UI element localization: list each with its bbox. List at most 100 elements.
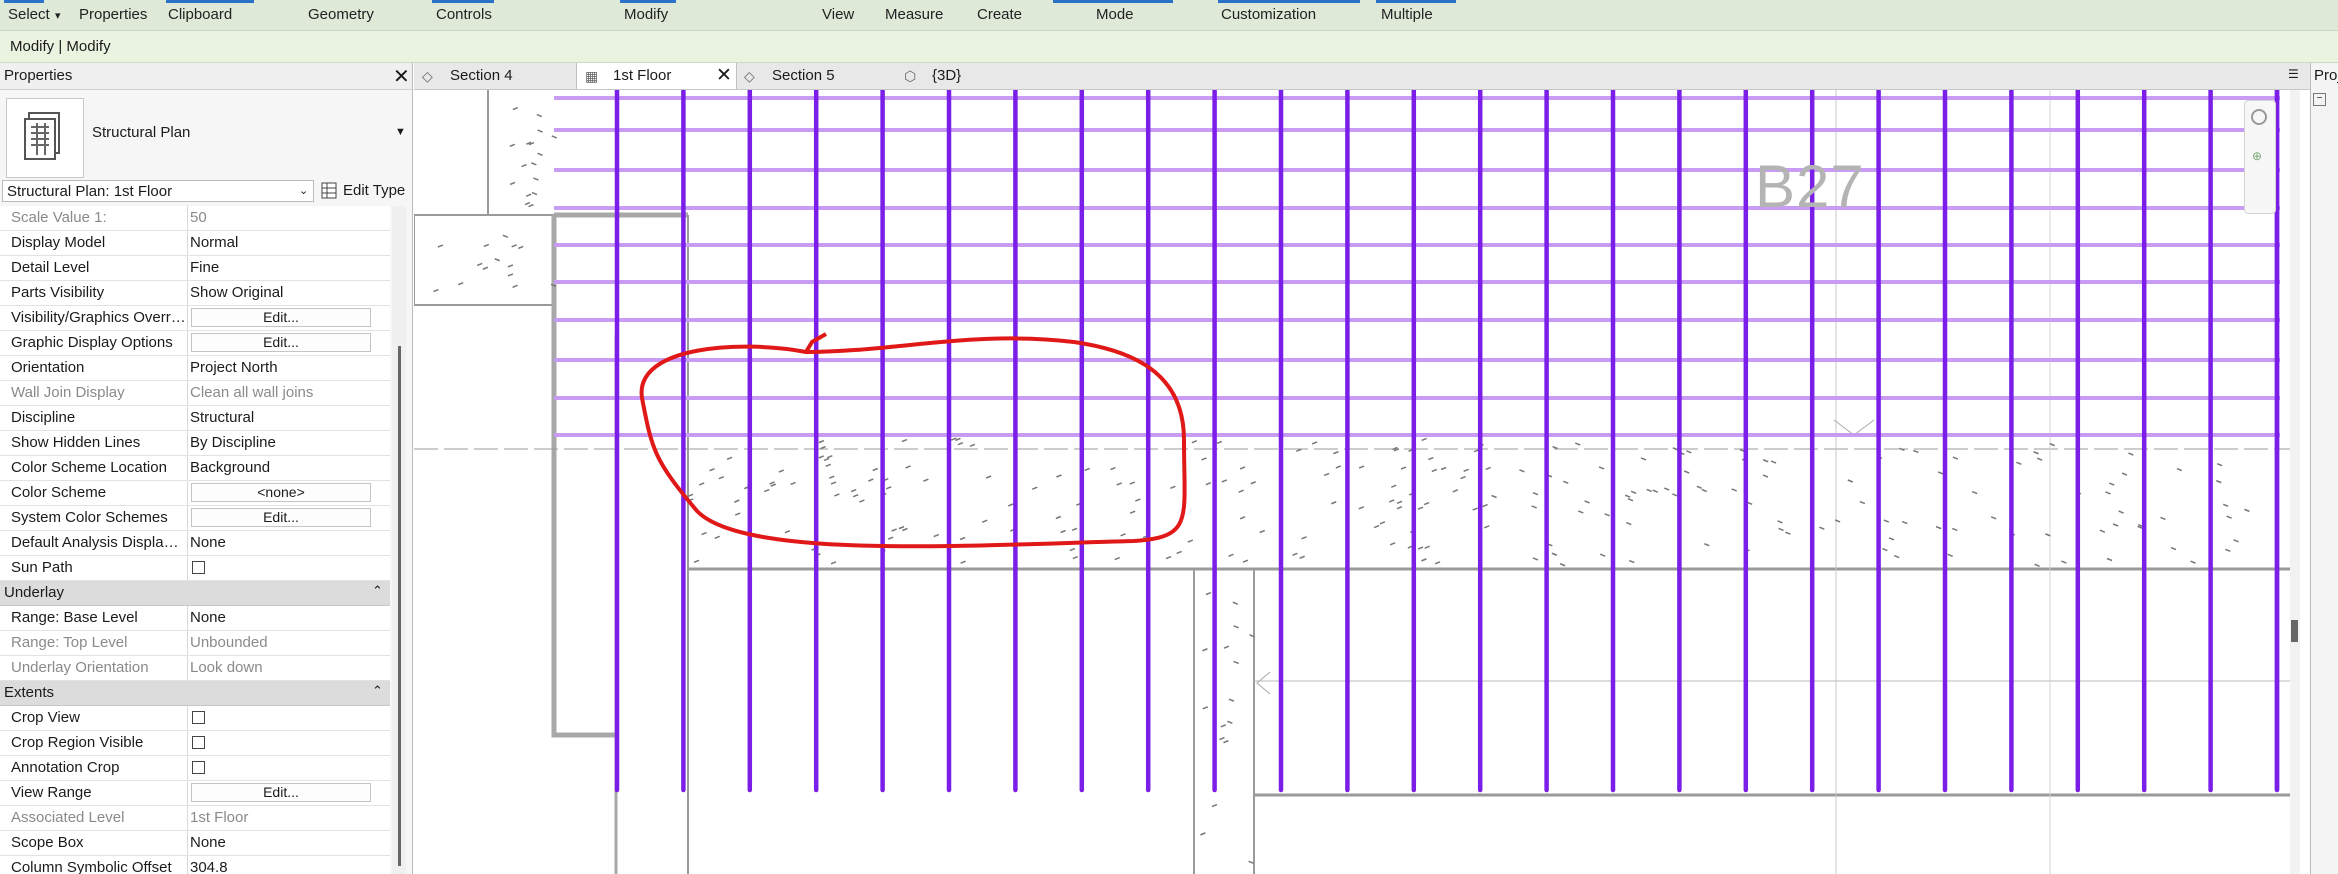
plan-drawing[interactable] (414, 90, 2310, 874)
divider (187, 481, 188, 505)
concrete-hatch (1200, 832, 1206, 836)
divider (187, 206, 188, 230)
property-edit-button[interactable]: Edit... (191, 508, 371, 527)
property-value[interactable]: None (190, 534, 226, 551)
ribbon-tab-multiple[interactable]: Multiple (1381, 6, 1433, 23)
canvas-scrollbar[interactable] (2290, 90, 2300, 874)
property-edit-button[interactable]: Edit... (191, 783, 371, 802)
concrete-hatch (1463, 468, 1469, 473)
property-row-graphic-display-options: Graphic Display Options Edit... (0, 331, 390, 356)
view-tab-3d[interactable]: ⬡ {3D} (896, 63, 1026, 89)
concrete-hatch (1472, 507, 1478, 511)
close-tab-icon[interactable]: ✕ (716, 64, 732, 87)
context-tab-modify[interactable]: Modify | Modify (10, 38, 111, 55)
collapse-icon[interactable]: ⌃ (372, 583, 383, 599)
grid-bubble-label: B27 (1755, 153, 1865, 220)
property-checkbox[interactable] (192, 711, 205, 724)
close-icon[interactable]: ✕ (393, 64, 410, 89)
tab-list-menu-icon[interactable]: ☰ (2288, 67, 2299, 81)
ribbon-tab-modify[interactable]: Modify (624, 6, 668, 23)
property-edit-button[interactable]: Edit... (191, 333, 371, 352)
chevron-down-icon[interactable]: ▼ (395, 126, 406, 138)
concrete-hatch (1221, 479, 1228, 483)
ribbon-tab-customization[interactable]: Customization (1221, 6, 1316, 23)
concrete-hatch (1055, 515, 1062, 520)
divider (187, 356, 188, 380)
ribbon-tab-select[interactable]: Select (8, 6, 50, 23)
view-tab-section-4[interactable]: ◇ Section 4 (414, 63, 574, 89)
ribbon-tab-create[interactable]: Create (977, 6, 1022, 23)
concrete-hatch (957, 441, 964, 446)
section-header-extents[interactable]: Extents ⌃ (0, 681, 390, 706)
concrete-hatch (825, 463, 832, 468)
property-value[interactable]: 304.8 (190, 859, 228, 874)
concrete-hatch (1072, 555, 1079, 560)
property-value[interactable]: Fine (190, 259, 219, 276)
property-edit-button[interactable]: <none> (191, 483, 371, 502)
property-label: Range: Top Level (11, 634, 128, 651)
scrollbar-thumb[interactable] (2291, 620, 2298, 642)
concrete-hatch (1626, 521, 1632, 526)
concrete-hatch (718, 476, 725, 480)
ribbon-tab-measure[interactable]: Measure (885, 6, 943, 23)
ribbon-tab-controls[interactable]: Controls (436, 6, 492, 23)
view-tab-1st-floor[interactable]: ▦ 1st Floor ✕ (576, 63, 737, 89)
concrete-hatch (2099, 529, 2106, 533)
ribbon-tab-view[interactable]: View (822, 6, 854, 23)
concrete-hatch (1379, 521, 1386, 525)
concrete-hatch (2225, 548, 2231, 552)
property-value[interactable]: Normal (190, 234, 238, 251)
chevron-down-icon[interactable]: ▾ (55, 9, 61, 22)
concrete-hatch (2121, 472, 2128, 476)
concrete-hatch (537, 152, 543, 157)
ribbon-tab-mode[interactable]: Mode (1096, 6, 1134, 23)
view-tab-section-5[interactable]: ◇ Section 5 (736, 63, 896, 89)
concrete-hatch (1947, 553, 1953, 558)
zoom-icon[interactable]: ⊕ (2252, 149, 2262, 163)
property-value[interactable]: Background (190, 459, 270, 476)
concrete-hatch (2226, 515, 2232, 519)
concrete-hatch (1239, 516, 1246, 520)
properties-scrollbar[interactable] (392, 206, 406, 874)
concrete-hatch (2244, 508, 2250, 513)
property-value[interactable]: By Discipline (190, 434, 276, 451)
collapse-icon[interactable]: − (2313, 93, 2326, 106)
navigation-bar[interactable]: ⊕ (2244, 100, 2276, 214)
property-checkbox[interactable] (192, 736, 205, 749)
property-row-crop-region-visible: Crop Region Visible (0, 731, 390, 756)
divider (187, 531, 188, 555)
concrete-hatch (1559, 563, 1566, 567)
concrete-hatch (1971, 490, 1978, 495)
ribbon-tab-geometry[interactable]: Geometry (308, 6, 374, 23)
property-row-parts-visibility: Parts Visibility Show Original (0, 281, 390, 306)
ribbon-tab-properties[interactable]: Properties (79, 6, 147, 23)
ribbon-panel-highlight (1218, 0, 1360, 3)
concrete-hatch (1421, 558, 1427, 562)
property-label: Scope Box (11, 834, 84, 851)
property-value[interactable]: Show Original (190, 284, 283, 301)
scrollbar-thumb[interactable] (398, 346, 401, 866)
property-value[interactable]: None (190, 609, 226, 626)
property-edit-button[interactable]: Edit... (191, 308, 371, 327)
concrete-hatch (1888, 537, 1895, 541)
grid-marker (1833, 419, 1855, 436)
property-checkbox[interactable] (192, 761, 205, 774)
ribbon-tab-clipboard[interactable]: Clipboard (168, 6, 232, 23)
concrete-hatch (905, 465, 911, 469)
instance-selector[interactable]: Structural Plan: 1st Floor ⌄ (2, 180, 314, 202)
property-value[interactable]: Project North (190, 359, 278, 376)
concrete-hatch (525, 193, 532, 197)
concrete-hatch (1201, 457, 1207, 461)
concrete-hatch (521, 163, 527, 168)
property-checkbox[interactable] (192, 561, 205, 574)
drawing-canvas[interactable]: B27 ⊕ (414, 90, 2310, 874)
property-value[interactable]: Structural (190, 409, 254, 426)
property-value[interactable]: None (190, 834, 226, 851)
collapse-icon[interactable]: ⌃ (372, 683, 383, 699)
type-selector[interactable]: Structural Plan ▼ (0, 90, 412, 190)
section-header-underlay[interactable]: Underlay ⌃ (0, 581, 390, 606)
property-value: 50 (190, 209, 207, 226)
concrete-hatch (1084, 467, 1090, 472)
concrete-hatch (1778, 527, 1784, 532)
steering-wheel-icon[interactable] (2251, 109, 2267, 125)
